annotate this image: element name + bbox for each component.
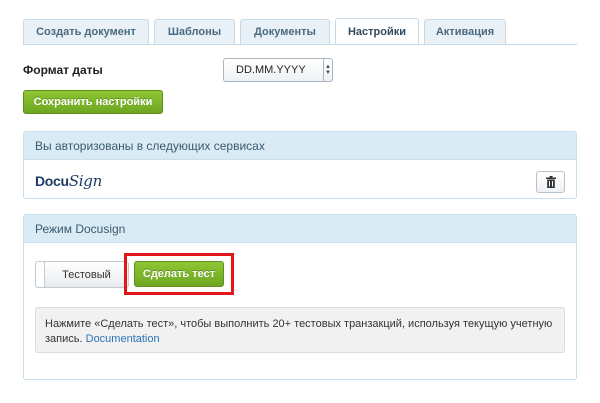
select-arrows-icon: ▲ ▼ [323, 59, 332, 81]
auth-services-panel: Вы авторизованы в следующих сервисах Doc… [23, 131, 577, 199]
tab-documents[interactable]: Документы [240, 19, 330, 44]
run-test-button[interactable]: Сделать тест [134, 261, 224, 287]
toggle-label: Тестовый [62, 268, 111, 281]
date-format-select[interactable]: DD.MM.YYYY ▲ ▼ [223, 58, 333, 82]
tab-activation[interactable]: Активация [424, 19, 506, 44]
test-mode-toggle[interactable]: Тестовый [35, 261, 129, 288]
docusign-logo-prefix: Docu [35, 173, 69, 189]
tabs-divider [23, 44, 577, 45]
mode-panel-title: Режим Docusign [24, 215, 576, 243]
toggle-knob [36, 262, 45, 287]
docusign-logo-suffix: Sign [68, 172, 102, 190]
docusign-mode-panel: Режим Docusign Тестовый Сделать тест Наж… [23, 214, 577, 380]
auth-panel-title: Вы авторизованы в следующих сервисах [24, 132, 576, 160]
docusign-logo: DocuSign [35, 172, 102, 190]
save-settings-button[interactable]: Сохранить настройки [23, 90, 163, 114]
info-message: Нажмите «Сделать тест», чтобы выполнить … [35, 307, 565, 353]
tab-create-document[interactable]: Создать документ [23, 19, 149, 44]
date-format-label: Формат даты [23, 63, 103, 77]
documentation-link[interactable]: Documentation [86, 333, 160, 345]
date-format-value: DD.MM.YYYY [236, 64, 306, 76]
tab-settings[interactable]: Настройки [335, 18, 419, 44]
remove-service-button[interactable] [536, 171, 565, 193]
tab-bar: Создать документ Шаблоны Документы Настр… [23, 18, 506, 44]
tab-templates[interactable]: Шаблоны [154, 19, 235, 44]
trash-icon [545, 176, 556, 188]
